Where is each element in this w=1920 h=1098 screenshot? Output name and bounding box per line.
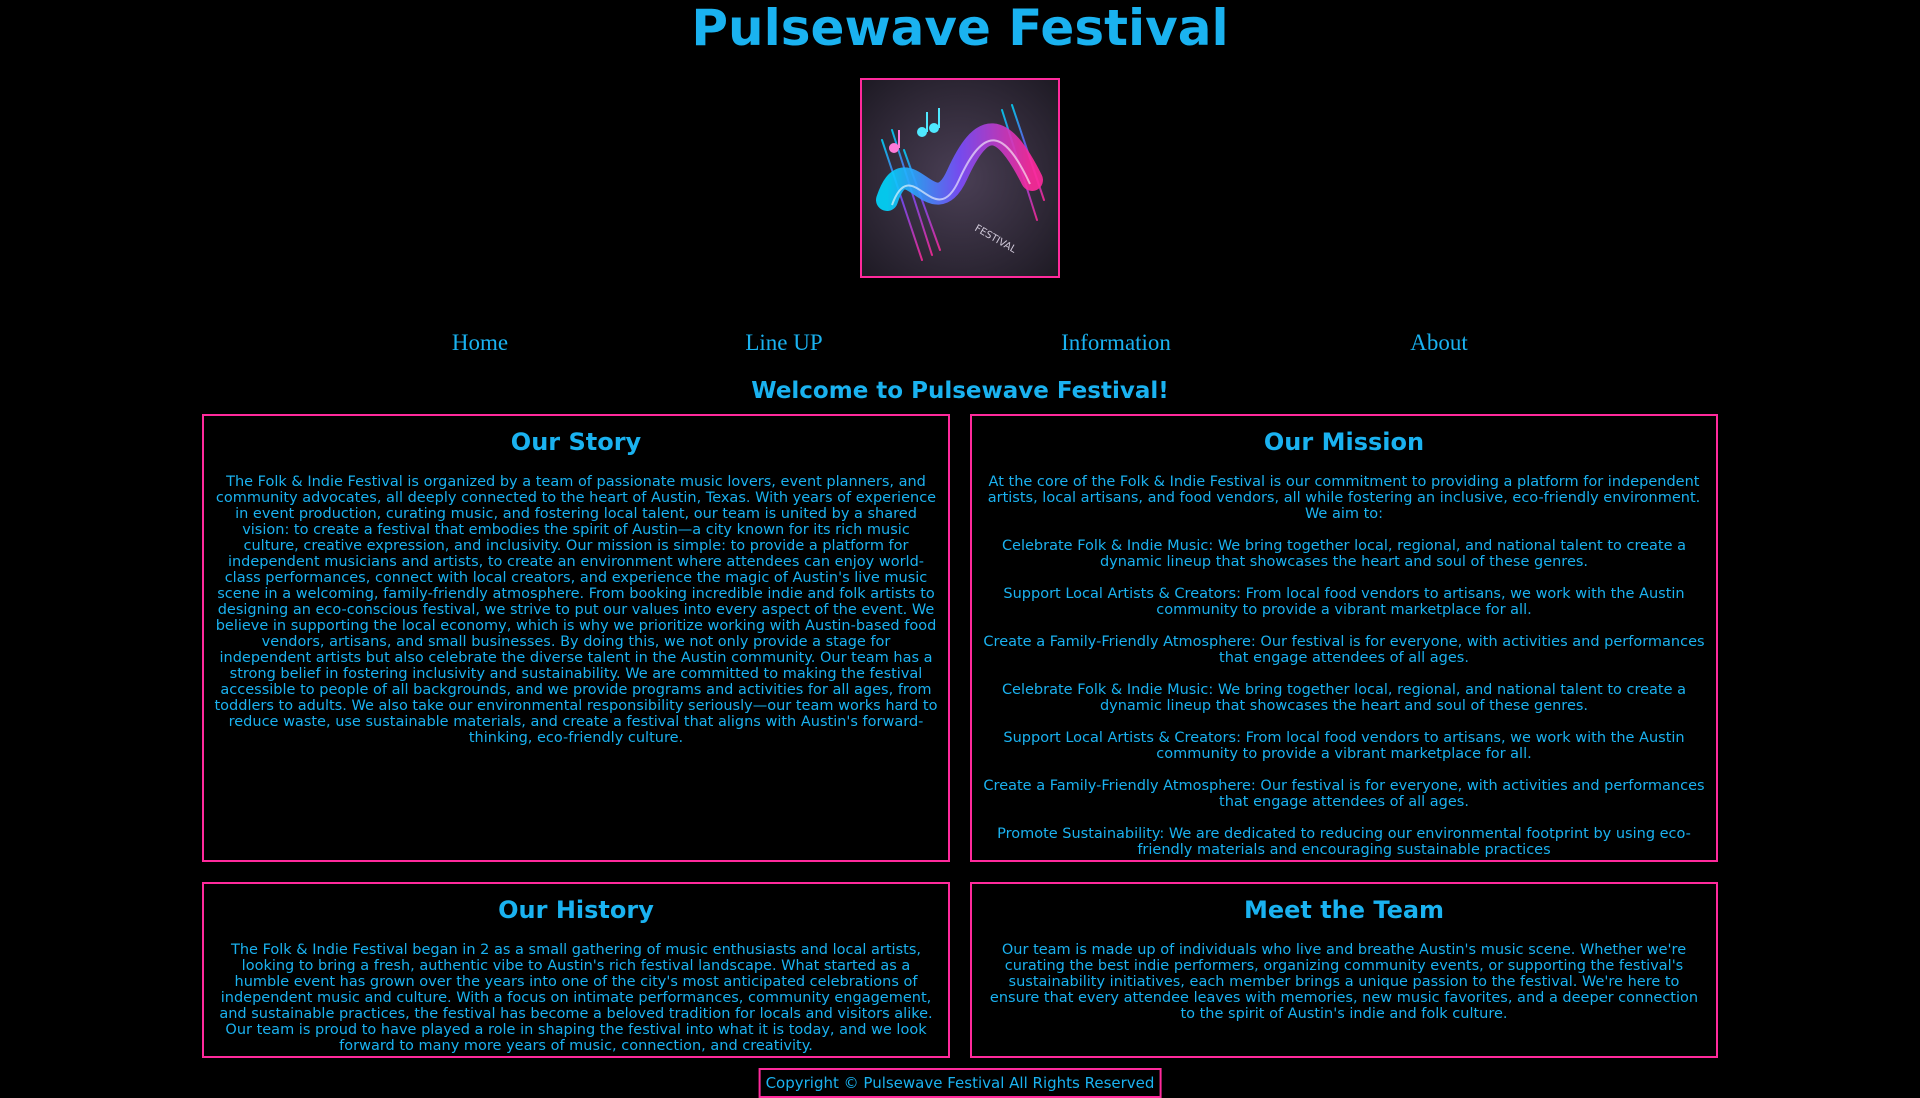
main-nav: Home Line UP Information About xyxy=(0,330,1920,360)
mission-point: Create a Family-Friendly Atmosphere: Our… xyxy=(983,778,1705,810)
nav-information[interactable]: Information xyxy=(1061,330,1171,356)
our-history-body: The Folk & Indie Festival began in 2 as … xyxy=(219,942,933,1054)
welcome-heading: Welcome to Pulsewave Festival! xyxy=(751,378,1169,404)
our-mission-title: Our Mission xyxy=(1263,428,1425,456)
mission-point: Support Local Artists & Creators: From l… xyxy=(1003,730,1685,762)
our-story-title: Our Story xyxy=(510,428,642,456)
our-mission-card: Our Mission At the core of the Folk & In… xyxy=(970,414,1718,862)
nav-home[interactable]: Home xyxy=(452,330,508,356)
mission-point: Support Local Artists & Creators: From l… xyxy=(1003,586,1685,618)
festival-logo-icon: FESTIVAL xyxy=(862,80,1058,276)
mission-point: Celebrate Folk & Indie Music: We bring t… xyxy=(1001,538,1687,570)
our-history-title: Our History xyxy=(498,896,654,924)
meet-the-team-body: Our team is made up of individuals who l… xyxy=(989,942,1699,1022)
meet-the-team-title: Meet the Team xyxy=(1243,896,1445,924)
nav-line-up[interactable]: Line UP xyxy=(745,330,822,356)
mission-point: Promote Sustainability: We are dedicated… xyxy=(997,826,1691,858)
festival-logo: FESTIVAL xyxy=(860,78,1060,278)
mission-point: Celebrate Folk & Indie Music: We bring t… xyxy=(1001,682,1687,714)
site-title: Pulsewave Festival xyxy=(691,0,1229,57)
our-story-body: The Folk & Indie Festival is organized b… xyxy=(214,474,938,746)
meet-the-team-card: Meet the Team Our team is made up of ind… xyxy=(970,882,1718,1058)
our-history-card: Our History The Folk & Indie Festival be… xyxy=(202,882,950,1058)
footer-copyright: Copyright © Pulsewave Festival All Right… xyxy=(758,1068,1162,1098)
nav-about[interactable]: About xyxy=(1410,330,1468,356)
mission-point: Create a Family-Friendly Atmosphere: Our… xyxy=(983,634,1705,666)
our-story-card: Our Story The Folk & Indie Festival is o… xyxy=(202,414,950,862)
our-mission-intro: At the core of the Folk & Indie Festival… xyxy=(987,474,1701,522)
